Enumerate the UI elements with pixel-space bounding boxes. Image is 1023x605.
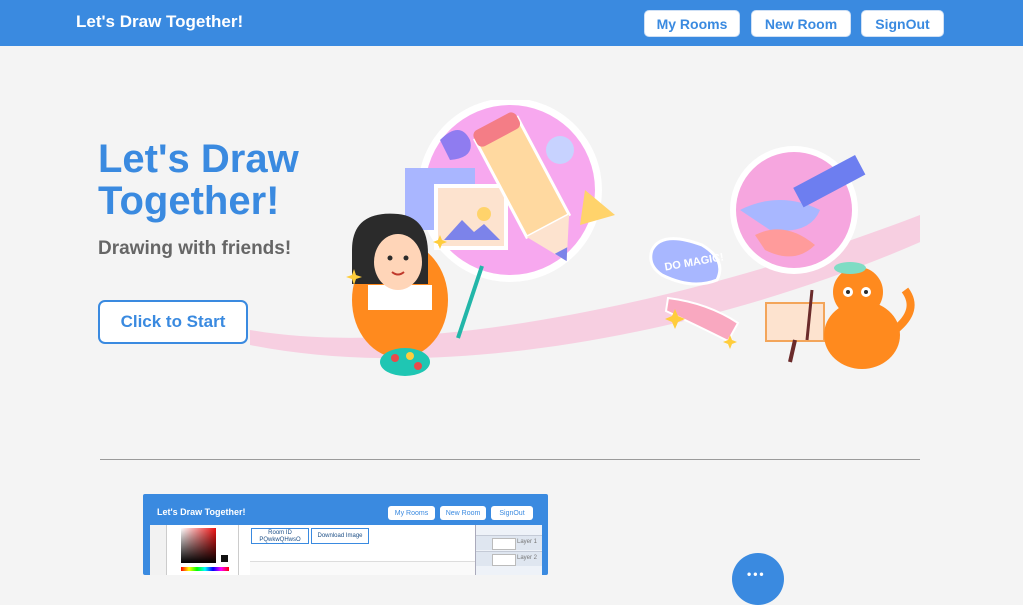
- preview-workspace: Room ID PQwkwQHwsO Download Image Layer …: [150, 525, 542, 575]
- top-navbar: Let's Draw Together! My Rooms New Room S…: [0, 0, 1023, 46]
- preview-layers-panel: Layer 1 Layer 2: [475, 525, 542, 575]
- preview-signout: SignOut: [491, 506, 533, 520]
- preview-download-button: Download Image: [311, 528, 369, 544]
- preview-brand: Let's Draw Together!: [157, 507, 246, 517]
- preview-canvas: [250, 561, 475, 575]
- preview-color-picker: [168, 525, 239, 575]
- preview-navbar: Let's Draw Together! My Rooms New Room S…: [143, 494, 548, 523]
- preview-my-rooms: My Rooms: [388, 506, 435, 520]
- preview-toolbar: [150, 525, 167, 575]
- girl-face: [374, 234, 422, 290]
- paint-palette: [380, 348, 430, 376]
- new-room-button[interactable]: New Room: [751, 10, 851, 37]
- more-dots-icon: •••: [747, 567, 766, 581]
- click-to-start-button[interactable]: Click to Start: [98, 300, 248, 344]
- my-rooms-button[interactable]: My Rooms: [644, 10, 740, 37]
- preview-layer-row: Layer 1: [476, 535, 542, 550]
- preview-room-id: Room ID PQwkwQHwsO: [251, 528, 309, 544]
- cat-head: [833, 267, 883, 317]
- preview-layer-row: Layer 2: [476, 551, 542, 566]
- app-preview-image: Let's Draw Together! My Rooms New Room S…: [143, 494, 548, 575]
- preview-new-room: New Room: [440, 506, 486, 520]
- brand-logo-text[interactable]: Let's Draw Together!: [76, 12, 243, 32]
- signout-button[interactable]: SignOut: [861, 10, 944, 37]
- section-divider: [100, 459, 920, 460]
- hero-illustration: DO MAGIC!: [250, 100, 920, 376]
